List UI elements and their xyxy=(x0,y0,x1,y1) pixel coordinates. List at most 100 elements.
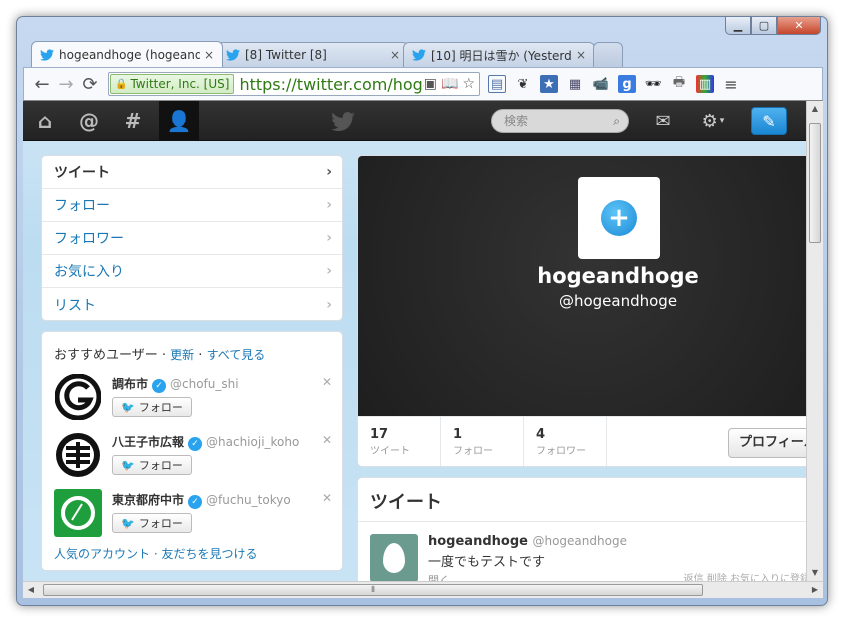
horizontal-scrollbar[interactable]: ◀ ⦀ ▶ xyxy=(23,581,823,598)
discover-icon[interactable]: # xyxy=(115,101,151,141)
tab-twitter-8[interactable]: [8] Twitter [8] × xyxy=(217,42,409,67)
reader-icon[interactable]: 📖 xyxy=(441,76,458,92)
user-name[interactable]: 八王子市広報 xyxy=(112,435,184,449)
scrollbar-thumb[interactable] xyxy=(809,123,821,243)
extension-color-icon[interactable]: ▥ xyxy=(696,75,714,93)
search-input[interactable]: 検索 ⌕ xyxy=(491,109,629,133)
bookmark-star-icon[interactable]: ☆ xyxy=(462,76,475,92)
chevron-right-icon: › xyxy=(326,230,332,246)
ev-certificate-badge[interactable]: 🔒 Twitter, Inc. [US] xyxy=(110,74,235,94)
stat-followers[interactable]: 4 フォロワー xyxy=(524,417,607,466)
tab-strip: hogeandhoge (hogeandho × [8] Twitter [8]… xyxy=(31,41,623,67)
extension-icons: ▤ ❦ ★ ▦ 📹 g 🕶 🖶 ▥ ≡ xyxy=(488,75,740,94)
tweet-item[interactable]: hogeandhoge @hogeandhoge 一度でもテストです 開く 返信… xyxy=(358,522,806,581)
messages-icon[interactable]: ✉ xyxy=(645,101,681,141)
stat-count: 1 xyxy=(453,427,463,442)
url-text[interactable]: https://twitter.com/hogeandhoge xyxy=(239,75,423,94)
scroll-right-icon[interactable]: ▶ xyxy=(807,582,823,598)
search-icon[interactable]: ⌕ xyxy=(613,110,620,132)
nav-item-label: お気に入り xyxy=(54,264,124,280)
tab-hogeandhoge[interactable]: hogeandhoge (hogeandho × xyxy=(31,41,223,67)
home-icon[interactable]: ⌂ xyxy=(27,101,63,141)
minimize-button[interactable]: ▁ xyxy=(725,17,751,35)
nav-item-tweets[interactable]: ツイート › xyxy=(42,156,342,189)
edit-profile-button[interactable]: プロフィール xyxy=(728,428,806,458)
extension-swirl-icon[interactable]: ❦ xyxy=(514,75,532,93)
browser-window: ▁ ▢ ✕ hogeandhoge (hogeandho × [8] Twitt… xyxy=(16,16,828,606)
gear-icon[interactable]: ⚙ ▾ xyxy=(691,101,735,141)
nav-item-following[interactable]: フォロー › xyxy=(42,189,342,222)
verified-icon: ✓ xyxy=(188,437,203,451)
extension-mask-icon[interactable]: 🕶 xyxy=(644,75,662,93)
dismiss-icon[interactable]: ✕ xyxy=(322,375,332,389)
forward-arrow-icon[interactable]: → xyxy=(54,74,78,95)
scroll-up-icon[interactable]: ▲ xyxy=(807,101,823,117)
new-tab-button[interactable] xyxy=(593,42,623,67)
tab-close-icon[interactable]: × xyxy=(576,48,586,62)
scroll-down-icon[interactable]: ▼ xyxy=(807,565,823,581)
page-viewport: ⌂ @ # 👤 検索 ⌕ ✉ ⚙ ▾ ✎ ツイート › フォロー › フォロワー › お気… xyxy=(23,101,806,581)
follow-label: フォロー xyxy=(138,459,183,472)
extension-window-icon[interactable]: ▤ xyxy=(488,75,506,93)
profile-avatar[interactable]: + xyxy=(578,177,660,259)
mentions-icon[interactable]: @ xyxy=(71,101,107,141)
follow-button[interactable]: 🐦 フォロー xyxy=(112,397,192,417)
follow-button[interactable]: 🐦 フォロー xyxy=(112,455,192,475)
suggested-user: 八王子市広報 ✓ @hachioji_koho 🐦 フォロー ✕ xyxy=(42,427,342,485)
avatar[interactable] xyxy=(370,534,418,581)
compose-tweet-button[interactable]: ✎ xyxy=(751,107,787,135)
stat-tweets[interactable]: 17 ツイート xyxy=(358,417,441,466)
tab-title: [8] Twitter [8] xyxy=(245,48,327,62)
nav-item-followers[interactable]: フォロワー › xyxy=(42,222,342,255)
see-all-link[interactable]: すべて見る xyxy=(207,348,266,362)
stat-count: 17 xyxy=(370,427,389,442)
extension-star-icon[interactable]: ★ xyxy=(540,75,558,93)
nav-item-lists[interactable]: リスト › xyxy=(42,288,342,321)
chevron-right-icon: › xyxy=(326,197,332,213)
tab-title: [10] 明日は雪か (Yesterd xyxy=(431,48,572,63)
printer-icon[interactable]: 🖶 xyxy=(670,75,688,93)
refresh-link[interactable]: 更新 xyxy=(170,348,194,362)
lock-icon: 🔒 xyxy=(115,78,128,90)
dismiss-icon[interactable]: ✕ xyxy=(322,433,332,447)
popular-accounts-link[interactable]: 人気のアカウント xyxy=(54,547,150,561)
stat-count: 4 xyxy=(536,427,546,442)
extension-list-icon[interactable]: ▦ xyxy=(566,75,584,93)
avatar[interactable] xyxy=(54,373,102,421)
avatar[interactable] xyxy=(54,431,102,479)
tab-yesterday[interactable]: [10] 明日は雪か (Yesterd × xyxy=(403,42,595,67)
address-bar[interactable]: 🔒 Twitter, Inc. [US] https://twitter.com/… xyxy=(108,72,480,96)
me-icon[interactable]: 👤 xyxy=(159,101,199,141)
maximize-button[interactable]: ▢ xyxy=(751,17,777,35)
extension-camera-icon[interactable]: 📹 xyxy=(592,75,610,93)
user-name[interactable]: 調布市 xyxy=(112,377,148,391)
close-window-button[interactable]: ✕ xyxy=(777,17,821,35)
dismiss-icon[interactable]: ✕ xyxy=(322,491,332,505)
google-icon[interactable]: g xyxy=(618,75,636,93)
back-arrow-icon[interactable]: ← xyxy=(30,74,54,95)
tweets-panel: ツイート hogeandhoge @hogeandhoge 一度でもテストです … xyxy=(357,477,806,581)
follow-button[interactable]: 🐦 フォロー xyxy=(112,513,192,533)
user-name[interactable]: 東京都府中市 xyxy=(112,493,184,507)
scrollbar-thumb[interactable]: ⦀ xyxy=(43,584,703,596)
tab-close-icon[interactable]: × xyxy=(204,48,214,62)
menu-icon[interactable]: ≡ xyxy=(722,75,740,94)
nav-item-favorites[interactable]: お気に入り › xyxy=(42,255,342,288)
twitter-bird-icon xyxy=(40,48,54,61)
page-action-icon[interactable]: ▣ xyxy=(424,76,437,92)
stat-following[interactable]: 1 フォロー xyxy=(441,417,524,466)
stat-label: フォロー xyxy=(453,446,493,457)
find-friends-link[interactable]: 友だちを見つける xyxy=(161,547,257,561)
avatar[interactable] xyxy=(54,489,102,537)
user-screen-name: @hachioji_koho xyxy=(206,435,300,449)
nav-item-label: フォロワー xyxy=(54,231,124,247)
user-screen-name: @chofu_shi xyxy=(170,377,239,391)
scroll-left-icon[interactable]: ◀ xyxy=(23,582,39,598)
reload-icon[interactable]: ⟳ xyxy=(78,74,102,95)
separator: · xyxy=(157,348,171,363)
vertical-scrollbar[interactable]: ▲ ▼ xyxy=(806,101,823,581)
tweet-actions[interactable]: 返信 削除 お気に入りに登録 xyxy=(684,570,806,581)
tweet-author-name[interactable]: hogeandhoge xyxy=(428,534,528,549)
tab-close-icon[interactable]: × xyxy=(390,48,400,62)
twitter-bird-icon[interactable] xyxy=(323,101,363,141)
